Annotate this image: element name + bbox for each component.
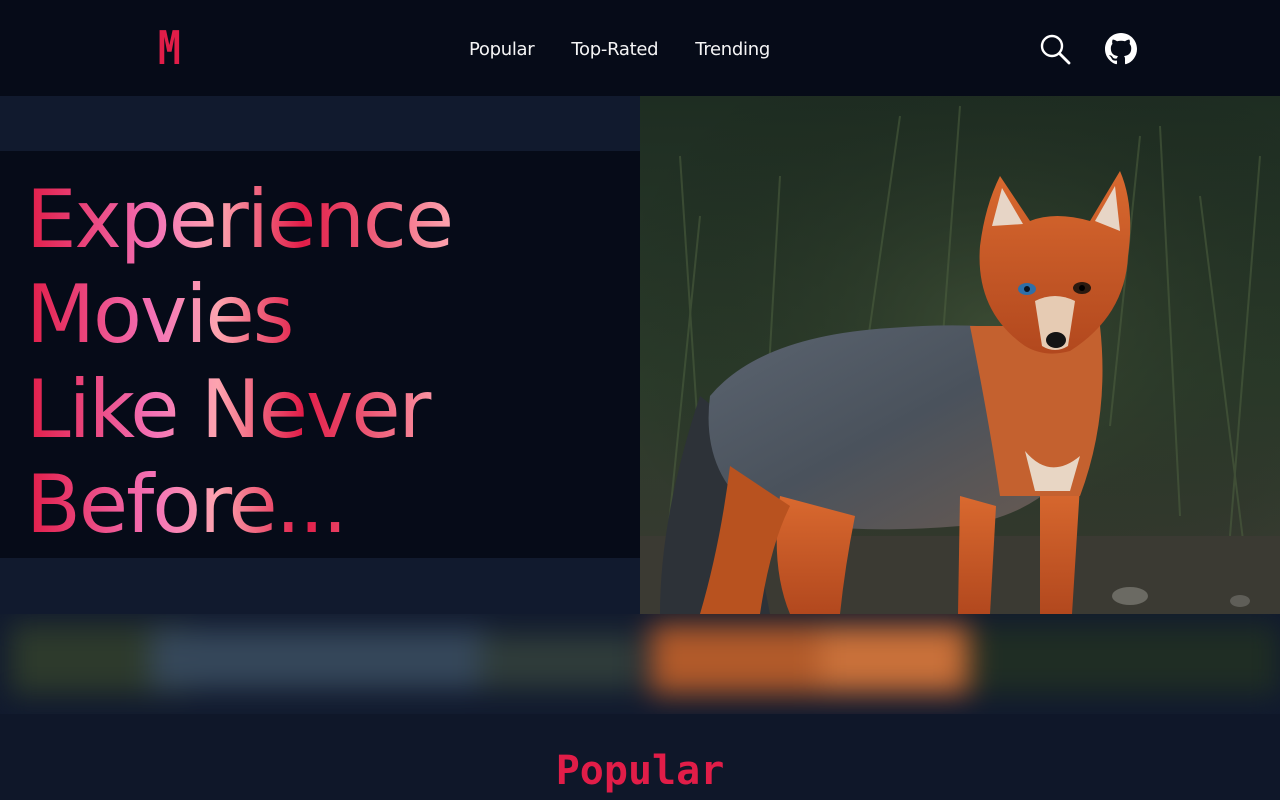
hero-headline: Experience Movies Like Never Before...	[26, 172, 452, 552]
search-icon[interactable]	[1039, 33, 1071, 65]
nav-link-trending[interactable]: Trending	[695, 39, 770, 60]
site-logo[interactable]: M	[158, 22, 191, 74]
hero-image	[640, 96, 1280, 614]
hero-headline-line: Like Never	[26, 363, 430, 456]
nav-link-top-rated[interactable]: Top-Rated	[571, 39, 658, 60]
hero-headline-line: Experience	[26, 173, 453, 266]
hero-headline-line: Before...	[26, 458, 346, 551]
fox-photo	[640, 96, 1280, 614]
navbar: M Popular Top-Rated Trending	[0, 0, 1280, 96]
hero-band-top	[0, 96, 640, 151]
hero-headline-line: Movies	[26, 268, 293, 361]
nav-link-popular[interactable]: Popular	[469, 39, 535, 60]
github-icon[interactable]	[1105, 33, 1137, 65]
popular-section-title: Popular	[555, 748, 725, 794]
hero-band-bottom	[0, 558, 640, 614]
hero-blur-strip	[0, 614, 1280, 714]
main-nav: Popular Top-Rated Trending	[469, 36, 770, 62]
